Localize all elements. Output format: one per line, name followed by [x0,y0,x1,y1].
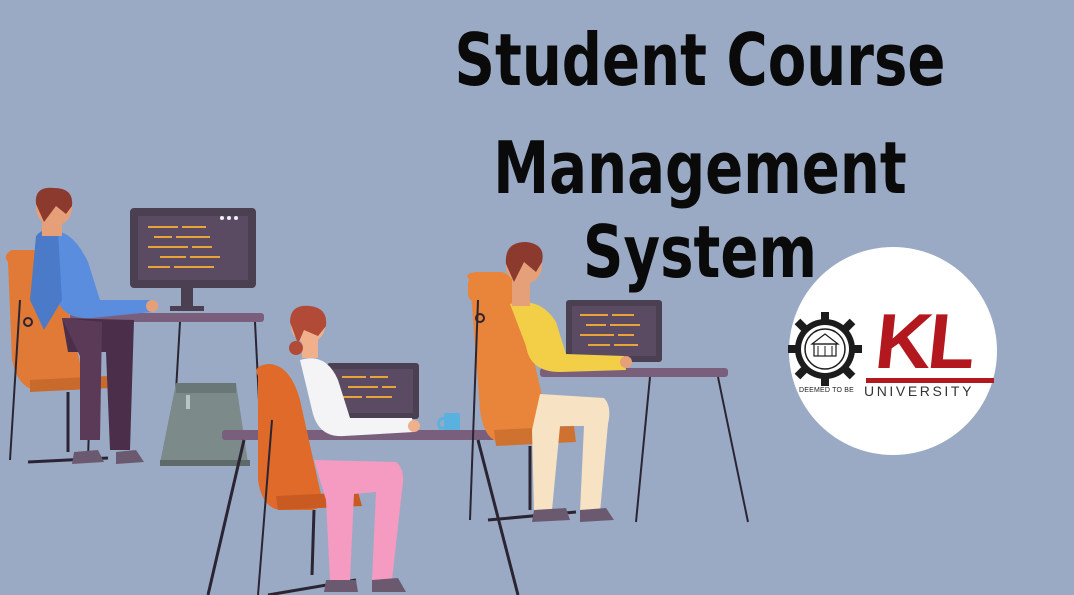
left-monitor [130,208,256,311]
page-title-line-1: Student Course [454,18,946,102]
logo-university-name: UNIVERSITY [864,383,975,399]
middle-workstation [206,305,520,595]
page-title-line-2: Management System [493,126,907,294]
logo-tagline: DEEMED TO BE [799,387,855,394]
right-monitor [566,300,662,362]
kl-logo-mark: KL [871,297,977,385]
right-desk [540,368,749,523]
left-workstation [5,187,264,466]
mug [437,413,460,431]
pc-tower [160,383,250,466]
